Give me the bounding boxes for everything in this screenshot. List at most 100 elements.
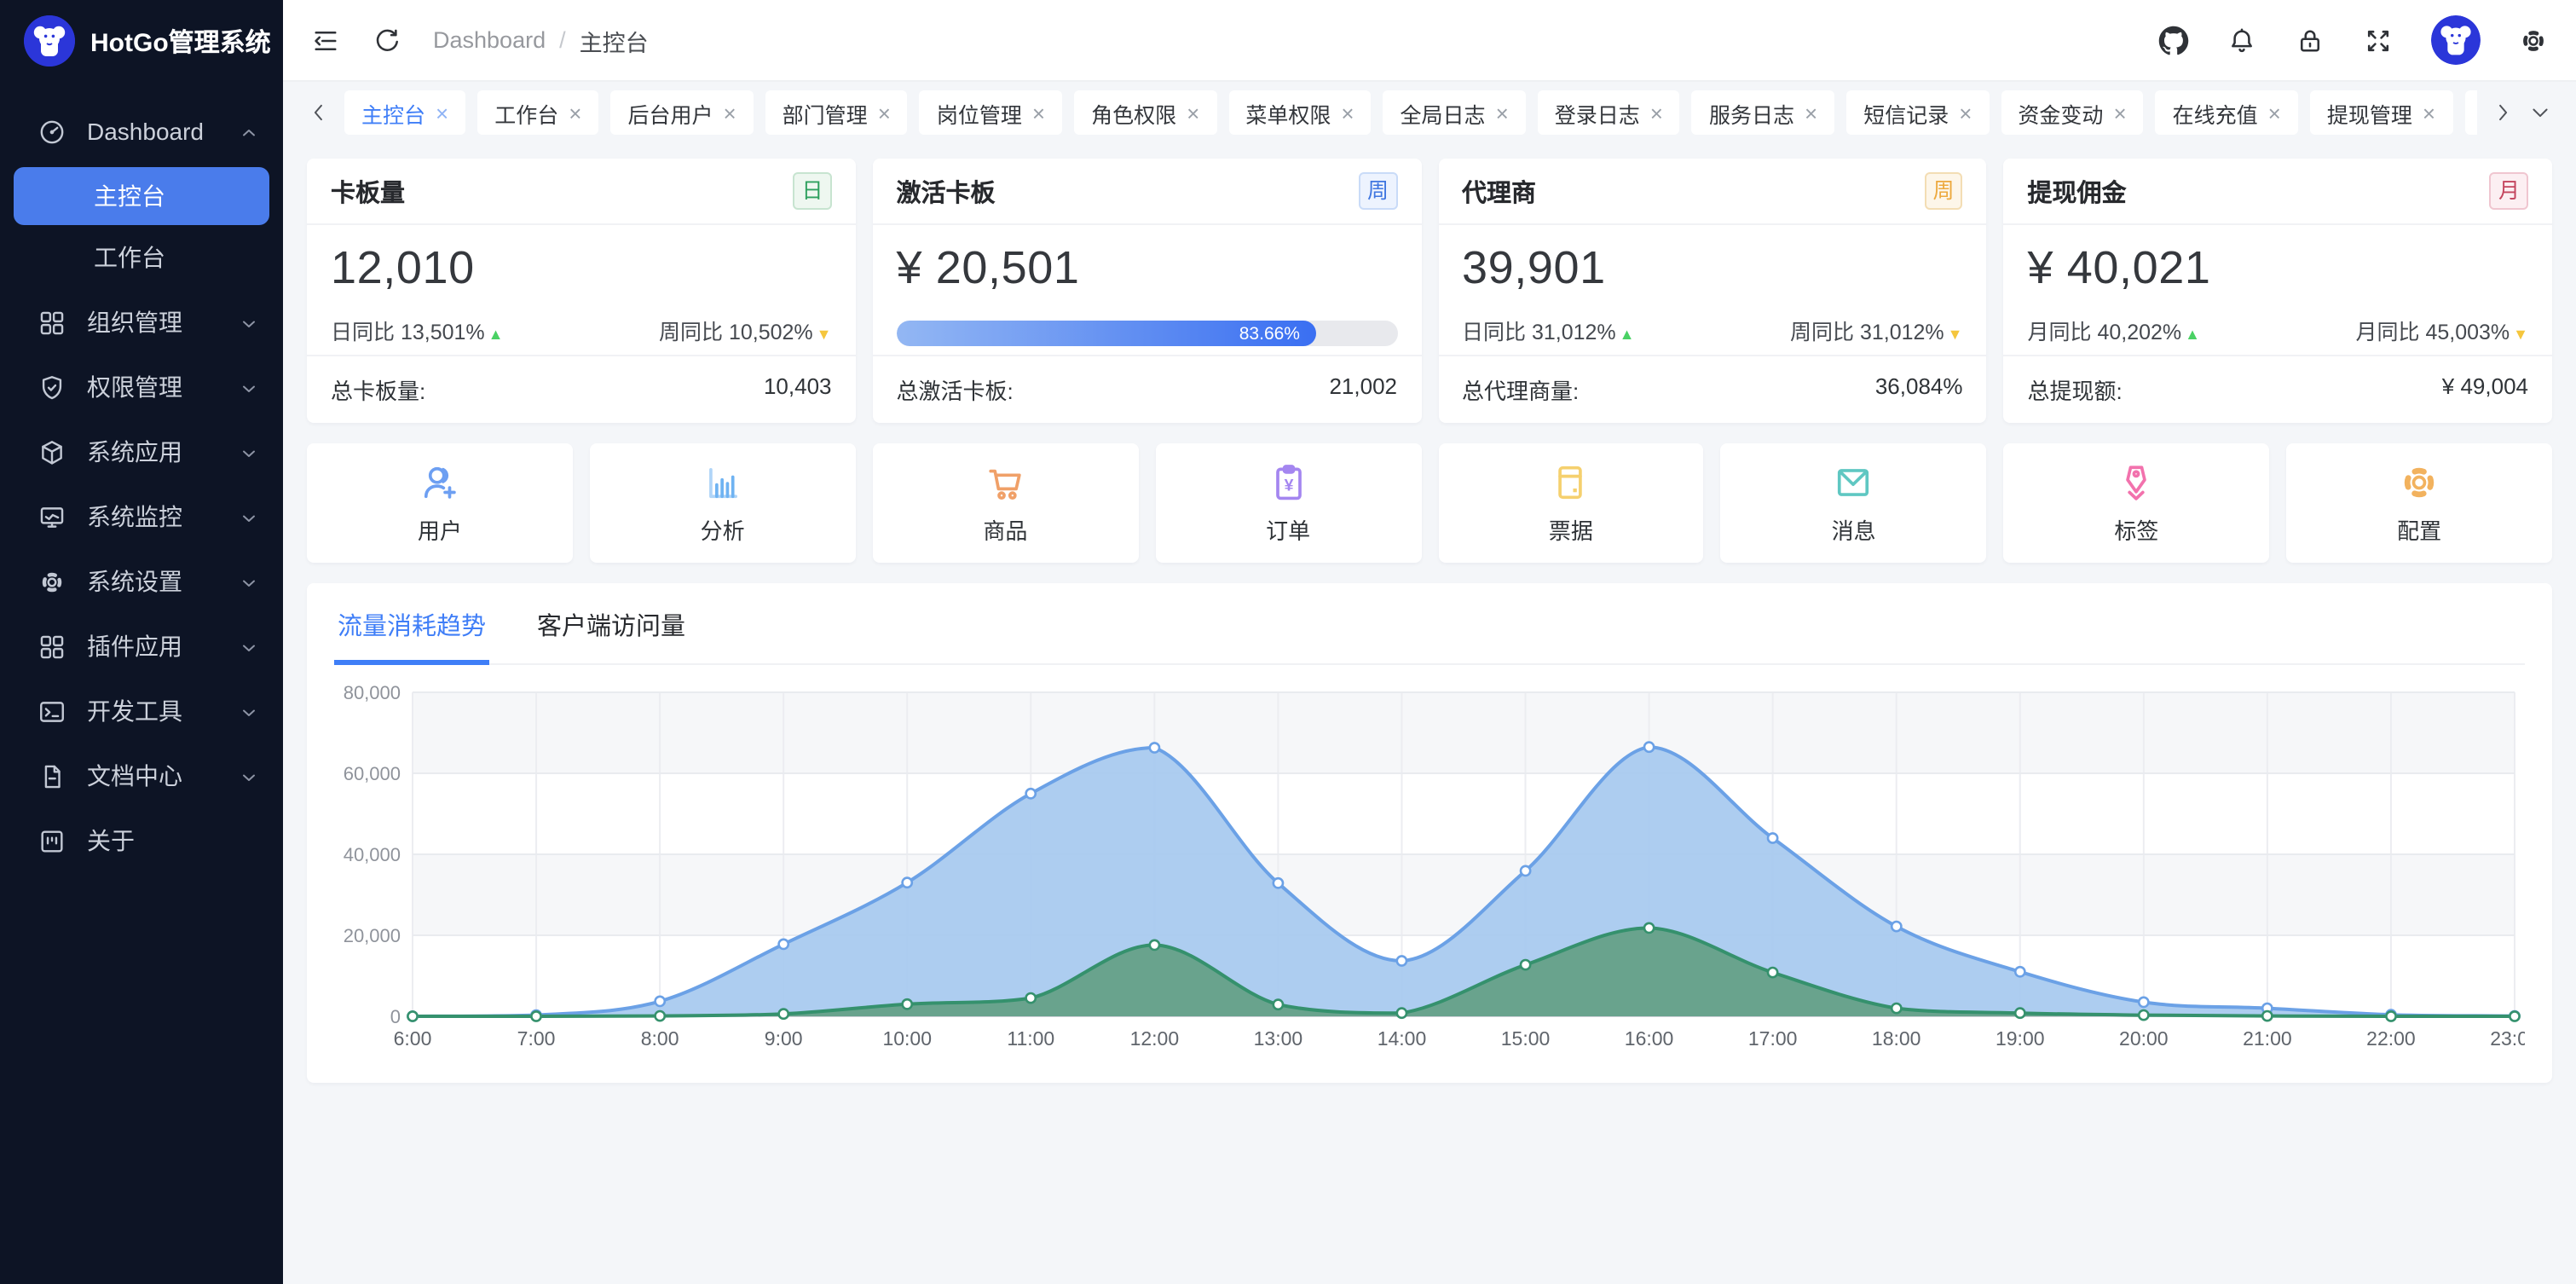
collapse-sidebar-icon[interactable] xyxy=(310,25,341,55)
close-tab-icon[interactable]: × xyxy=(1959,101,1972,124)
tabs-menu-icon[interactable] xyxy=(2528,101,2552,124)
tabs-scroll-right-icon[interactable] xyxy=(2491,101,2515,124)
stat-cards-row: 卡板量日12,010日同比 13,501%▲周同比 10,502%▼总卡板量:1… xyxy=(307,159,2552,423)
tab-地区编码[interactable]: 地区编码× xyxy=(2464,90,2477,135)
lock-icon[interactable] xyxy=(2295,25,2325,55)
sidebar-item-开发工具[interactable]: 开发工具 xyxy=(0,679,283,743)
sidebar-item-系统设置[interactable]: 系统设置 xyxy=(0,549,283,614)
svg-text:80,000: 80,000 xyxy=(344,682,401,703)
sidebar-item-组织管理[interactable]: 组织管理 xyxy=(0,290,283,355)
close-tab-icon[interactable]: × xyxy=(436,101,448,124)
sidebar-item-插件应用[interactable]: 插件应用 xyxy=(0,614,283,679)
svg-text:0: 0 xyxy=(390,1006,401,1027)
tab-全局日志[interactable]: 全局日志× xyxy=(1383,90,1526,135)
sidebar-item-系统应用[interactable]: 系统应用 xyxy=(0,419,283,484)
logo-row[interactable]: HotGo管理系统 xyxy=(0,0,283,82)
close-tab-icon[interactable]: × xyxy=(1650,101,1663,124)
tab-traffic-trend[interactable]: 流量消耗趋势 xyxy=(334,600,489,665)
fullscreen-icon[interactable] xyxy=(2363,25,2394,55)
shortcut-订单[interactable]: ¥订单 xyxy=(1155,443,1421,563)
bell-icon[interactable] xyxy=(2227,25,2257,55)
close-tab-icon[interactable]: × xyxy=(1187,101,1199,124)
chevron-down-icon xyxy=(239,636,259,656)
tab-资金变动[interactable]: 资金变动× xyxy=(2001,90,2143,135)
close-tab-icon[interactable]: × xyxy=(1805,101,1817,124)
shortcut-商品[interactable]: 商品 xyxy=(873,443,1139,563)
hotgo-logo-icon xyxy=(24,15,75,67)
sidebar-item-label: 系统设置 xyxy=(87,564,218,599)
period-badge[interactable]: 日 xyxy=(793,172,831,210)
svg-text:17:00: 17:00 xyxy=(1748,1027,1798,1050)
close-tab-icon[interactable]: × xyxy=(878,101,891,124)
tab-部门管理[interactable]: 部门管理× xyxy=(765,90,908,135)
shortcut-用户[interactable]: 用户 xyxy=(307,443,573,563)
github-icon[interactable] xyxy=(2158,25,2189,55)
tab-岗位管理[interactable]: 岗位管理× xyxy=(920,90,1062,135)
tab-label: 提现管理 xyxy=(2327,96,2412,129)
period-badge[interactable]: 周 xyxy=(1924,172,1962,210)
close-tab-icon[interactable]: × xyxy=(1032,101,1045,124)
svg-text:15:00: 15:00 xyxy=(1501,1027,1551,1050)
period-badge[interactable]: 月 xyxy=(2490,172,2528,210)
sidebar-subitem-主控台[interactable]: 主控台 xyxy=(14,167,269,225)
close-tab-icon[interactable]: × xyxy=(1341,101,1354,124)
close-tab-icon[interactable]: × xyxy=(2423,101,2435,124)
shortcut-label: 配置 xyxy=(2397,513,2441,546)
tab-角色权限[interactable]: 角色权限× xyxy=(1074,90,1216,135)
sidebar-subitem-工作台[interactable]: 工作台 xyxy=(0,228,283,286)
svg-text:14:00: 14:00 xyxy=(1378,1027,1427,1050)
sidebar-item-Dashboard[interactable]: Dashboard xyxy=(0,99,283,164)
tab-短信记录[interactable]: 短信记录 × xyxy=(1846,90,1989,135)
stat-card-header: 激活卡板周 xyxy=(873,159,1422,225)
trend-chart-card: 流量消耗趋势 客户端访问量 020,00040,00060,00080,0006… xyxy=(307,583,2552,1083)
breadcrumb-root[interactable]: Dashboard xyxy=(433,27,546,53)
shortcut-分析[interactable]: 分析 xyxy=(590,443,856,563)
shortcut-消息[interactable]: 消息 xyxy=(1721,443,1987,563)
user-avatar[interactable] xyxy=(2431,15,2481,65)
tab-服务日志[interactable]: 服务日志× xyxy=(1692,90,1834,135)
close-tab-icon[interactable]: × xyxy=(1496,101,1509,124)
tab-label: 登录日志 xyxy=(1555,96,1640,129)
sidebar-item-关于[interactable]: 关于 xyxy=(0,808,283,873)
shortcuts-row: 用户分析商品¥订单票据 消息标签配置 xyxy=(307,443,2552,563)
sidebar-item-文档中心[interactable]: 文档中心 xyxy=(0,743,283,808)
close-tab-icon[interactable]: × xyxy=(569,101,581,124)
close-tab-icon[interactable]: × xyxy=(2113,101,2126,124)
sidebar-item-label: 插件应用 xyxy=(87,629,218,663)
tab-工作台[interactable]: 工作台× xyxy=(477,90,598,135)
progress-label: 83.66% xyxy=(1239,323,1300,344)
sidebar-item-系统监控[interactable]: 系统监控 xyxy=(0,484,283,549)
close-tab-icon[interactable]: × xyxy=(723,101,736,124)
shortcut-label: 票据 xyxy=(1549,513,1593,546)
shortcut-配置[interactable]: 配置 xyxy=(2286,443,2552,563)
trend-down-icon: ▼ xyxy=(817,326,832,343)
shortcut-票据[interactable]: 票据 xyxy=(1438,443,1704,563)
svg-text:23:00: 23:00 xyxy=(2490,1027,2525,1050)
trend-up-icon: ▲ xyxy=(488,326,504,343)
refresh-icon[interactable] xyxy=(372,25,402,55)
tab-label: 短信记录 xyxy=(1863,96,1949,129)
tabs-scroll-left-icon[interactable] xyxy=(307,101,331,124)
tabs-strip: 主控台× 工作台× 后台用户× 部门管理× 岗位管理× 角色权限× 菜单权限× 全局日志× 登录… xyxy=(344,90,2477,135)
tab-菜单权限[interactable]: 菜单权限× xyxy=(1228,90,1371,135)
sidebar-item-权限管理[interactable]: 权限管理 xyxy=(0,355,283,419)
tab-后台用户[interactable]: 后台用户× xyxy=(610,90,753,135)
stat-card-header: 卡板量 日 xyxy=(307,159,856,225)
tab-主控台[interactable]: 主控台× xyxy=(344,90,465,135)
close-tab-icon[interactable]: × xyxy=(2268,101,2281,124)
shortcut-标签[interactable]: 标签 xyxy=(2004,443,2270,563)
tab-在线充值[interactable]: 在线充值× xyxy=(2156,90,2298,135)
stat-card-title: 卡板量 xyxy=(331,173,405,209)
svg-text:21:00: 21:00 xyxy=(2243,1027,2292,1050)
tab-client-visits[interactable]: 客户端访问量 xyxy=(534,600,689,663)
monitor-icon xyxy=(38,502,66,531)
tab-提现管理[interactable]: 提现管理 × xyxy=(2310,90,2452,135)
stat-value: ¥ 20,501 xyxy=(897,242,1398,295)
stat-value: 39,901 xyxy=(1462,242,1963,295)
svg-text:9:00: 9:00 xyxy=(765,1027,803,1050)
trend-down-icon: ▼ xyxy=(1948,326,1963,343)
tab-登录日志[interactable]: 登录日志 × xyxy=(1538,90,1680,135)
metric: 月同比 45,003%▼ xyxy=(2356,314,2529,346)
period-badge[interactable]: 周 xyxy=(1359,172,1397,210)
settings-gear-icon[interactable] xyxy=(2518,25,2549,55)
